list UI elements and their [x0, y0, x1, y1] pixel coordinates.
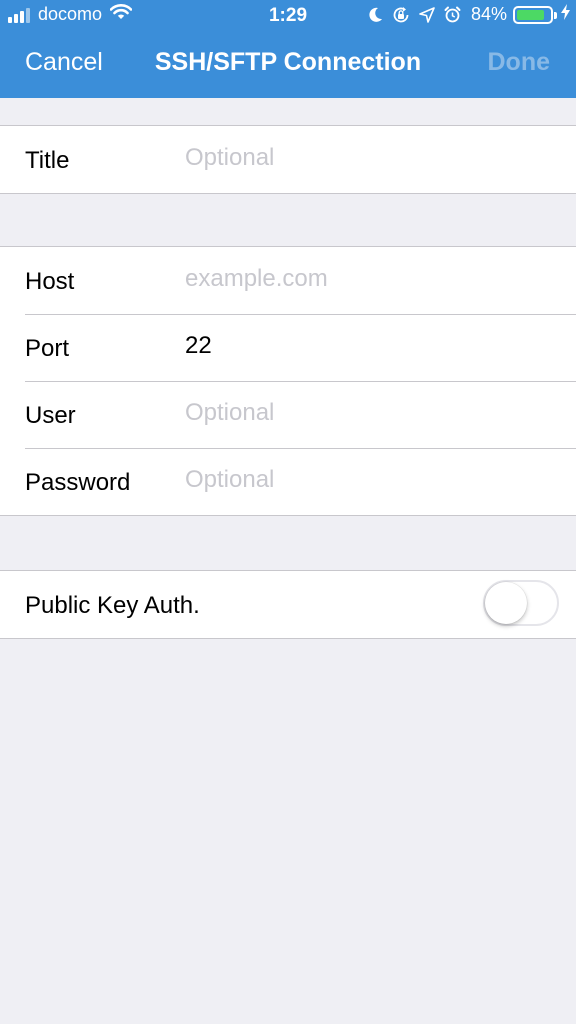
- orientation-lock-icon: [392, 6, 410, 24]
- user-label: User: [25, 402, 76, 429]
- port-row: Port: [0, 314, 576, 381]
- user-input[interactable]: [185, 395, 545, 431]
- charging-bolt-icon: [561, 4, 570, 25]
- public-key-auth-label: Public Key Auth.: [25, 592, 200, 619]
- host-row: Host: [0, 247, 576, 314]
- connection-section: Host Port User Password: [0, 246, 576, 516]
- port-input[interactable]: [185, 328, 545, 364]
- status-bar: docomo 1:29 84%: [0, 0, 576, 32]
- public-key-auth-toggle[interactable]: [483, 580, 559, 626]
- public-key-auth-row: Public Key Auth.: [0, 571, 576, 638]
- navigation-bar: docomo 1:29 84% Cancel SSH/SFTP Connecti…: [0, 0, 576, 98]
- battery-percentage: 84%: [470, 4, 507, 24]
- host-input[interactable]: [185, 261, 545, 297]
- user-row: User: [0, 381, 576, 448]
- battery-icon: [513, 5, 557, 24]
- password-label: Password: [25, 469, 131, 496]
- title-row: Title: [0, 126, 576, 193]
- password-row: Password: [0, 448, 576, 515]
- host-label: Host: [25, 268, 75, 295]
- password-input[interactable]: [185, 462, 545, 498]
- moon-icon: [369, 7, 383, 23]
- title-section: Title: [0, 125, 576, 194]
- port-label: Port: [25, 335, 70, 362]
- toggle-knob: [485, 582, 527, 624]
- location-icon: [419, 6, 435, 23]
- title-input[interactable]: [185, 140, 545, 176]
- done-button[interactable]: Done: [488, 48, 551, 77]
- auth-section: Public Key Auth.: [0, 570, 576, 639]
- title-label: Title: [25, 147, 70, 174]
- alarm-icon: [444, 6, 461, 23]
